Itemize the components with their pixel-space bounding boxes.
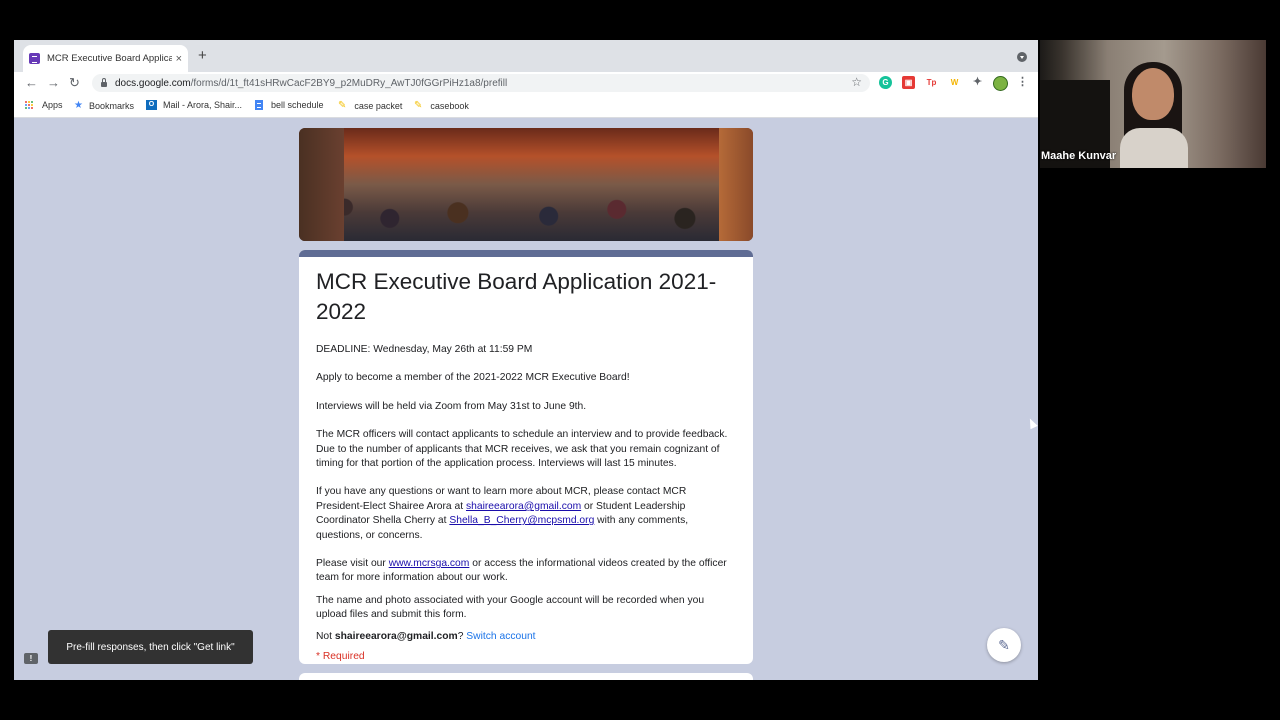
menu-kebab-icon[interactable]: ⋮: [1016, 76, 1029, 89]
email-link-shairee[interactable]: shaireearora@gmail.com: [466, 501, 581, 512]
back-icon[interactable]: ←: [25, 75, 38, 90]
website-link[interactable]: www.mcrsga.com: [389, 558, 470, 569]
tab-title: MCR Executive Board Applicat: [47, 53, 172, 64]
bookmarks-bar: Apps ★ Bookmarks O Mail - Arora, Shair..…: [14, 94, 1038, 118]
bookmark-star-icon[interactable]: ☆: [851, 75, 862, 89]
tab-search-icon[interactable]: [1017, 52, 1027, 62]
visit-text: Please visit our www.mcrsga.com or acces…: [316, 558, 727, 584]
star-icon: ★: [74, 100, 83, 111]
grammarly-icon[interactable]: G: [879, 76, 892, 89]
header-group-photo: [299, 128, 753, 241]
close-tab-icon[interactable]: ×: [176, 53, 182, 65]
pencil-icon: ✎: [338, 100, 347, 111]
reload-icon[interactable]: ↻: [69, 75, 80, 91]
forward-icon[interactable]: →: [47, 75, 60, 90]
pencil-icon: ✎: [414, 100, 423, 111]
participant-name: Maahe Kunvar: [1041, 150, 1117, 162]
screencastify-icon[interactable]: ▣: [902, 76, 915, 89]
email-link-shella[interactable]: Shella_B_Cherry@mcpsmd.org: [449, 515, 594, 526]
outlook-icon: O: [146, 100, 157, 110]
tab-mcr-application[interactable]: MCR Executive Board Applicat ×: [23, 45, 188, 72]
edit-pencil-button[interactable]: ✎: [987, 628, 1021, 662]
address-bar[interactable]: docs.google.com/forms/d/1t_ft41sHRwCacF2…: [92, 74, 870, 92]
required-note: * Required: [316, 650, 365, 662]
deadline-text: DEADLINE: Wednesday, May 26th at 11:59 P…: [316, 344, 533, 355]
tp-icon[interactable]: Tp: [925, 76, 938, 89]
wordtune-icon[interactable]: W: [948, 76, 961, 89]
prefill-toast: Pre-fill responses, then click "Get link…: [48, 630, 253, 664]
switch-account-link[interactable]: Switch account: [466, 631, 535, 642]
bookmark-casebook[interactable]: ✎ casebook: [414, 100, 469, 111]
lock-icon: [101, 77, 107, 87]
bookmark-apps[interactable]: Apps: [25, 100, 63, 110]
bookmark-mail[interactable]: O Mail - Arora, Shair...: [146, 100, 242, 110]
form-header-card: MCR Executive Board Application 2021-202…: [299, 250, 753, 664]
account-line: Not shaireearora@gmail.com? Switch accou…: [316, 630, 536, 642]
tab-strip: MCR Executive Board Applicat × +: [14, 40, 1038, 72]
video-participant-tile: Maahe Kunvar: [1040, 40, 1266, 168]
form-title: MCR Executive Board Application 2021-202…: [316, 269, 717, 324]
card-accent-bar: [299, 250, 753, 257]
extensions-puzzle-icon[interactable]: ✦: [971, 76, 984, 89]
contact-text: If you have any questions or want to lea…: [316, 486, 689, 541]
feedback-icon[interactable]: !: [24, 653, 38, 664]
interviews-text: Interviews will be held via Zoom from Ma…: [316, 400, 587, 412]
recorded-notice: The name and photo associated with your …: [316, 594, 705, 621]
officers-text: The MCR officers will contact applicants…: [316, 429, 728, 470]
browser-toolbar: ← → ↻ docs.google.com/forms/d/1t_ft41sHR…: [14, 72, 1038, 94]
google-forms-icon: [29, 53, 40, 64]
url-text: docs.google.com/forms/d/1t_ft41sHRwCacF2…: [115, 77, 508, 89]
profile-avatar[interactable]: [993, 76, 1008, 91]
browser-window: MCR Executive Board Applicat × + ← → ↻ d…: [14, 40, 1038, 680]
new-tab-button[interactable]: +: [198, 47, 207, 64]
bookmark-case-packet[interactable]: ✎ case packet: [338, 100, 402, 111]
apply-text: Apply to become a member of the 2021-202…: [316, 372, 630, 384]
bookmark-bookmarks[interactable]: ★ Bookmarks: [74, 100, 134, 111]
apps-grid-icon: [25, 100, 34, 110]
next-question-card: [299, 673, 753, 680]
docs-icon: [255, 100, 263, 110]
page-content: MCR Executive Board Application 2021-202…: [14, 118, 1038, 680]
bookmark-bell-schedule[interactable]: bell schedule: [255, 100, 324, 110]
account-email: shaireearora@gmail.com: [334, 630, 458, 642]
